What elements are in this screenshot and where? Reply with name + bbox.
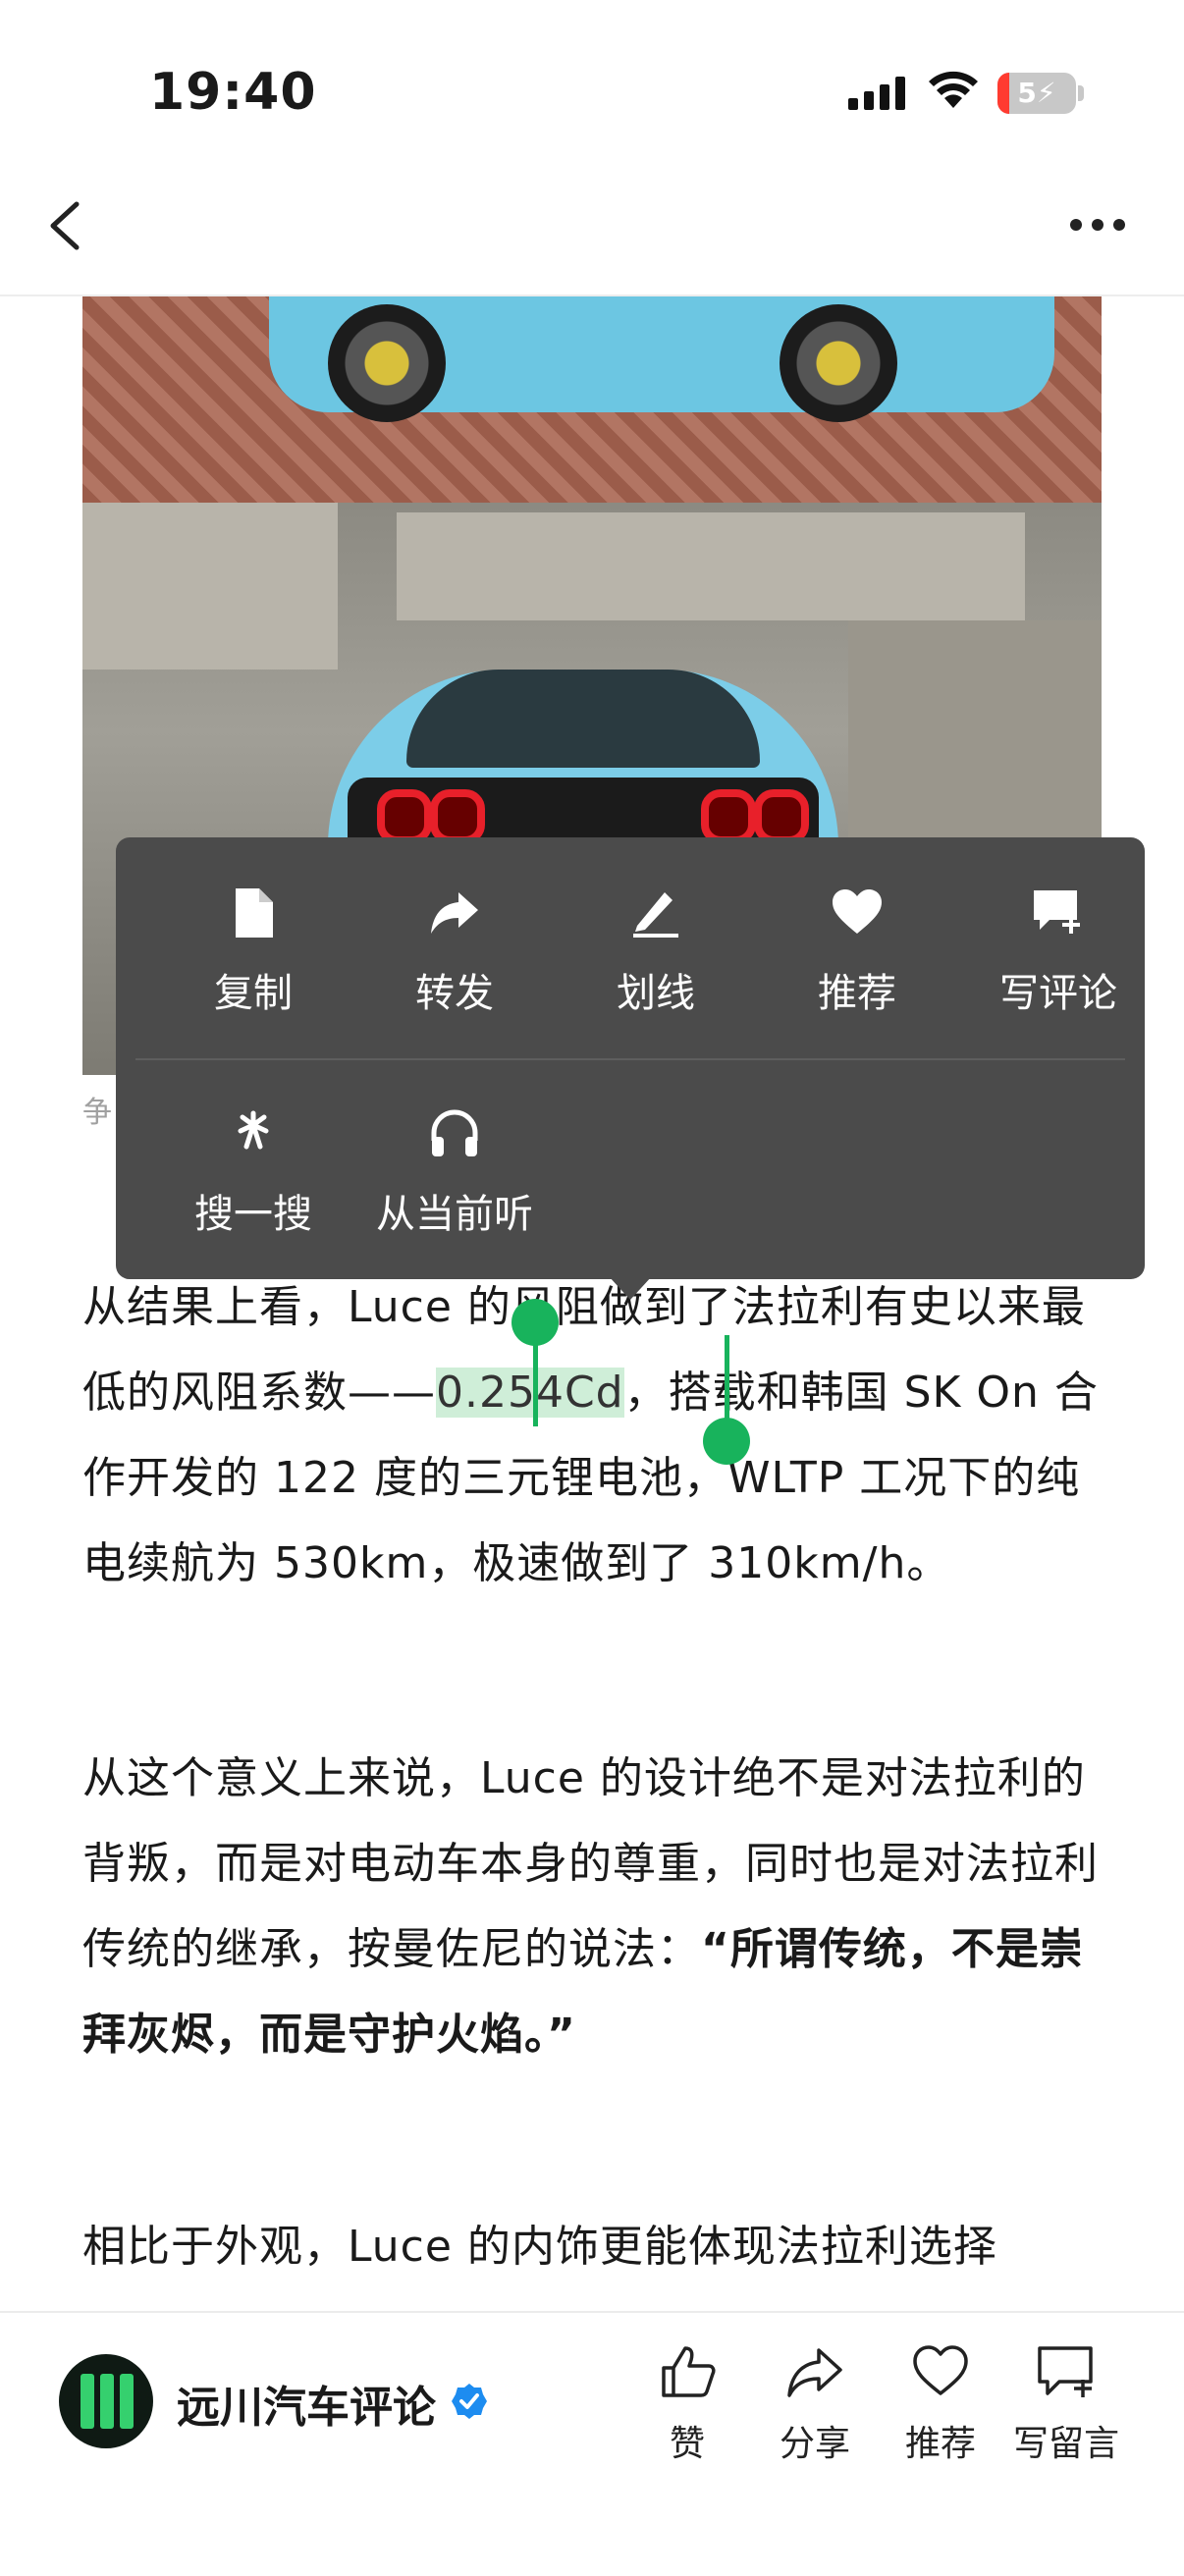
wifi-icon	[927, 69, 980, 114]
article-paragraph-1: 从结果上看，Luce 的风阻做到了法拉利有史以来最低的风阻系数——0.254Cd…	[82, 1282, 1099, 1588]
menu-divider	[135, 1058, 1125, 1060]
tail-light	[377, 789, 432, 844]
headphones-icon	[366, 1107, 543, 1176]
search-sparkle-icon	[165, 1107, 342, 1176]
selection-end-handle[interactable]	[703, 1418, 750, 1465]
heart-icon	[769, 886, 945, 955]
like-button[interactable]: 赞	[628, 2342, 746, 2466]
recommend-button[interactable]: 推荐	[882, 2342, 999, 2466]
menu-listen-from-here[interactable]: 从当前听	[366, 1107, 543, 1239]
text-selection-menu: 复制 转发 划线 推荐 写评论 搜一搜 从当前听	[116, 837, 1145, 1279]
tail-light	[430, 789, 485, 844]
heart-outline-icon	[882, 2342, 999, 2415]
bottom-action-bar: 远川汽车评论 赞 分享 推荐 写留言	[0, 2311, 1184, 2576]
car-wheel	[328, 304, 446, 422]
signal-icon	[848, 77, 907, 114]
image-brick-ground	[82, 295, 1102, 503]
comment-add-icon	[970, 886, 1147, 955]
menu-pointer-arrow	[609, 1276, 652, 1300]
status-time: 19:40	[149, 63, 317, 122]
document-icon	[165, 886, 342, 955]
nav-bar	[0, 157, 1184, 296]
battery-charging-icon: 5⚡	[997, 73, 1076, 114]
menu-underline[interactable]: 划线	[567, 886, 744, 1018]
status-bar: 19:40 5⚡	[0, 0, 1184, 157]
menu-copy[interactable]: 复制	[165, 886, 342, 1018]
comment-add-outline-icon	[1007, 2342, 1125, 2415]
car-wheel	[780, 304, 897, 422]
share-button[interactable]: 分享	[756, 2342, 874, 2466]
avatar[interactable]	[59, 2354, 153, 2448]
menu-search[interactable]: 搜一搜	[165, 1107, 342, 1239]
forward-arrow-icon	[366, 886, 543, 955]
article-paragraph-2: 从这个意义上来说，Luce 的设计绝不是对法拉利的背叛，而是对电动车本身的尊重，…	[82, 1753, 1099, 2060]
verified-badge-icon	[450, 2382, 489, 2421]
tail-light	[701, 789, 756, 844]
pen-underline-icon	[567, 886, 744, 955]
tail-light	[754, 789, 809, 844]
battery-tip	[1078, 85, 1084, 101]
author-name[interactable]: 远川汽车评论	[177, 2372, 436, 2435]
write-message-button[interactable]: 写留言	[1007, 2342, 1125, 2466]
share-icon	[756, 2342, 874, 2415]
selection-start-handle[interactable]	[511, 1299, 559, 1346]
image-caption: 争	[82, 1096, 112, 1130]
selected-text[interactable]: 0.254Cd	[436, 1368, 624, 1418]
more-dots-icon[interactable]	[1070, 216, 1135, 235]
chevron-left-icon[interactable]	[39, 196, 98, 255]
menu-recommend[interactable]: 推荐	[769, 886, 945, 1018]
menu-forward[interactable]: 转发	[366, 886, 543, 1018]
menu-write-comment[interactable]: 写评论	[970, 886, 1147, 1018]
article-paragraph-3: 相比于外观，Luce 的内饰更能体现法拉利选择	[82, 2222, 997, 2272]
thumbs-up-icon	[628, 2342, 746, 2415]
